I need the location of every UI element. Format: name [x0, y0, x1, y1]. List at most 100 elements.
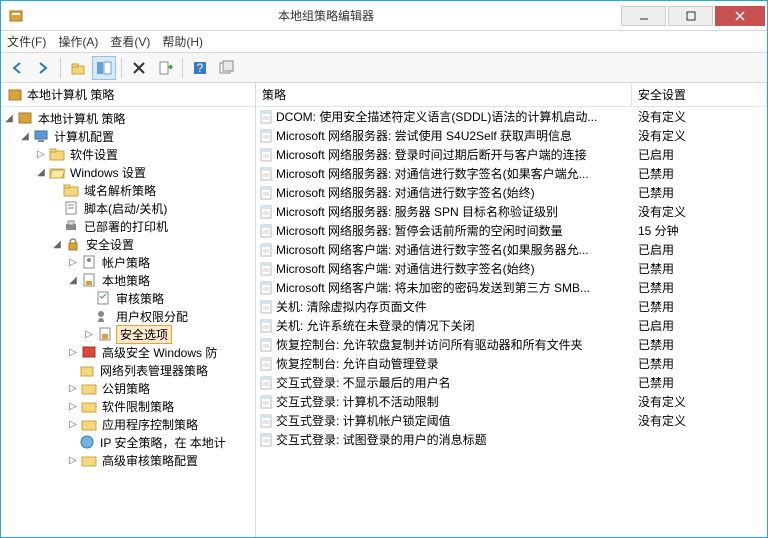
back-button[interactable] [5, 56, 29, 80]
tree-app-control[interactable]: ▷ 应用程序控制策略 [1, 415, 255, 433]
policy-icon [17, 110, 33, 126]
policy-row[interactable]: Microsoft 网络服务器: 对通信进行数字签名(如果客户端允...已禁用 [256, 164, 767, 183]
close-button[interactable] [715, 6, 765, 26]
policy-row[interactable]: Microsoft 网络服务器: 暂停会话前所需的空闲时间数量15 分钟 [256, 221, 767, 240]
tree-security-options[interactable]: ▷ 安全选项 [1, 325, 255, 343]
tree-root[interactable]: ◢ 本地计算机 策略 [1, 109, 255, 127]
policy-row[interactable]: DCOM: 使用安全描述符定义语言(SDDL)语法的计算机启动...没有定义 [256, 107, 767, 126]
forward-button[interactable] [31, 56, 55, 80]
printer-icon [63, 218, 79, 234]
policy-setting: 已禁用 [632, 355, 767, 372]
policy-name: 交互式登录: 计算机帐户锁定阈值 [276, 412, 632, 429]
folder-icon [81, 380, 97, 396]
show-hide-tree-button[interactable] [92, 56, 116, 80]
delete-button[interactable] [127, 56, 151, 80]
menu-action[interactable]: 操作(A) [58, 33, 98, 50]
policy-name: Microsoft 网络服务器: 登录时间过期后断开与客户端的连接 [276, 146, 632, 163]
tree-software-settings[interactable]: ▷ 软件设置 [1, 145, 255, 163]
menubar: 文件(F) 操作(A) 查看(V) 帮助(H) [1, 31, 767, 53]
tree-security-settings[interactable]: ◢ 安全设置 [1, 235, 255, 253]
tree-label: Windows 设置 [68, 164, 148, 181]
policy-item-icon [256, 375, 276, 391]
policy-row[interactable]: Microsoft 网络服务器: 登录时间过期后断开与客户端的连接已启用 [256, 145, 767, 164]
expand-icon[interactable]: ▷ [67, 418, 79, 430]
policy-name: Microsoft 网络服务器: 暂停会话前所需的空闲时间数量 [276, 222, 632, 239]
audit-icon [95, 290, 111, 306]
policy-row[interactable]: 交互式登录: 不显示最后的用户名已禁用 [256, 373, 767, 392]
policy-setting: 15 分钟 [632, 222, 767, 239]
tree-software-restriction[interactable]: ▷ 软件限制策略 [1, 397, 255, 415]
collapse-icon[interactable]: ◢ [35, 166, 47, 178]
expand-icon[interactable]: ▷ [35, 148, 47, 160]
collapse-icon[interactable]: ◢ [67, 274, 79, 286]
expand-icon[interactable]: ▷ [67, 346, 79, 358]
policy-name: 交互式登录: 不显示最后的用户名 [276, 374, 632, 391]
tree-public-key[interactable]: ▷ 公钥策略 [1, 379, 255, 397]
tree-local-policies[interactable]: ◢ 本地策略 [1, 271, 255, 289]
menu-help[interactable]: 帮助(H) [162, 33, 203, 50]
tree-label: IP 安全策略，在 本地计 [98, 434, 228, 451]
policy-row[interactable]: Microsoft 网络服务器: 尝试使用 S4U2Self 获取声明信息没有定… [256, 126, 767, 145]
policy-item-icon [256, 147, 276, 163]
list-header: 策略 安全设置 [256, 83, 767, 107]
column-setting[interactable]: 安全设置 [632, 83, 767, 106]
tree-windows-settings[interactable]: ◢ Windows 设置 [1, 163, 255, 181]
expand-icon[interactable]: ▷ [67, 454, 79, 466]
minimize-button[interactable] [621, 6, 666, 26]
maximize-button[interactable] [668, 6, 713, 26]
collapse-icon[interactable]: ◢ [3, 112, 15, 124]
list-body[interactable]: DCOM: 使用安全描述符定义语言(SDDL)语法的计算机启动...没有定义Mi… [256, 107, 767, 537]
policy-row[interactable]: 恢复控制台: 允许软盘复制并访问所有驱动器和所有文件夹已禁用 [256, 335, 767, 354]
policy-row[interactable]: 关机: 清除虚拟内存页面文件已禁用 [256, 297, 767, 316]
tree-advanced-audit[interactable]: ▷ 高级审核策略配置 [1, 451, 255, 469]
tree-body[interactable]: ◢ 本地计算机 策略 ◢ 计算机配置 ▷ 软件设置 ◢ Windows 设置 [1, 107, 255, 537]
expand-icon[interactable]: ▷ [83, 328, 95, 340]
tree-label: 公钥策略 [100, 380, 152, 397]
policy-row[interactable]: Microsoft 网络客户端: 将未加密的密码发送到第三方 SMB...已禁用 [256, 278, 767, 297]
tree-windows-firewall[interactable]: ▷ 高级安全 Windows 防 [1, 343, 255, 361]
policy-item-icon [256, 185, 276, 201]
policy-row[interactable]: Microsoft 网络服务器: 对通信进行数字签名(始终)已禁用 [256, 183, 767, 202]
up-button[interactable] [66, 56, 90, 80]
menu-file[interactable]: 文件(F) [7, 33, 46, 50]
tree-user-rights[interactable]: 用户权限分配 [1, 307, 255, 325]
expand-icon[interactable]: ▷ [67, 400, 79, 412]
column-policy[interactable]: 策略 [256, 83, 632, 106]
policy-row[interactable]: Microsoft 网络服务器: 服务器 SPN 目标名称验证级别没有定义 [256, 202, 767, 221]
tree-label: 本地策略 [100, 272, 152, 289]
tree-label: 帐户策略 [100, 254, 152, 271]
policy-row[interactable]: 恢复控制台: 允许自动管理登录已禁用 [256, 354, 767, 373]
tree-header[interactable]: 本地计算机 策略 [1, 83, 255, 107]
help-button[interactable]: ? [188, 56, 212, 80]
tree-scripts[interactable]: 脚本(启动/关机) [1, 199, 255, 217]
policy-row[interactable]: 交互式登录: 计算机不活动限制没有定义 [256, 392, 767, 411]
policy-setting: 没有定义 [632, 412, 767, 429]
tree-computer-config[interactable]: ◢ 计算机配置 [1, 127, 255, 145]
user-rights-icon [95, 308, 111, 324]
tree-account-policies[interactable]: ▷ 帐户策略 [1, 253, 255, 271]
tree-deployed-printers[interactable]: 已部署的打印机 [1, 217, 255, 235]
export-button[interactable] [153, 56, 177, 80]
tree-audit-policy[interactable]: 审核策略 [1, 289, 255, 307]
policy-row[interactable]: 交互式登录: 试图登录的用户的消息标题 [256, 430, 767, 449]
collapse-icon[interactable]: ◢ [51, 238, 63, 250]
tree-label: 软件设置 [68, 146, 120, 163]
tree-network-list[interactable]: 网络列表管理器策略 [1, 361, 255, 379]
refresh-button[interactable] [214, 56, 238, 80]
policy-row[interactable]: 交互式登录: 计算机帐户锁定阈值没有定义 [256, 411, 767, 430]
expand-icon[interactable]: ▷ [67, 382, 79, 394]
policy-row[interactable]: Microsoft 网络客户端: 对通信进行数字签名(如果服务器允...已启用 [256, 240, 767, 259]
tree-name-resolution[interactable]: 域名解析策略 [1, 181, 255, 199]
tree-ip-security[interactable]: IP 安全策略，在 本地计 [1, 433, 255, 451]
policy-name: Microsoft 网络服务器: 对通信进行数字签名(如果客户端允... [276, 165, 632, 182]
policy-name: 恢复控制台: 允许自动管理登录 [276, 355, 632, 372]
policy-name: Microsoft 网络客户端: 将未加密的密码发送到第三方 SMB... [276, 279, 632, 296]
policy-row[interactable]: 关机: 允许系统在未登录的情况下关闭已启用 [256, 316, 767, 335]
policy-row[interactable]: Microsoft 网络客户端: 对通信进行数字签名(始终)已禁用 [256, 259, 767, 278]
collapse-icon[interactable]: ◢ [19, 130, 31, 142]
tree-label: 用户权限分配 [114, 308, 190, 325]
policy-name: Microsoft 网络服务器: 尝试使用 S4U2Self 获取声明信息 [276, 127, 632, 144]
expand-icon[interactable]: ▷ [67, 256, 79, 268]
policy-setting: 已禁用 [632, 298, 767, 315]
menu-view[interactable]: 查看(V) [110, 33, 150, 50]
